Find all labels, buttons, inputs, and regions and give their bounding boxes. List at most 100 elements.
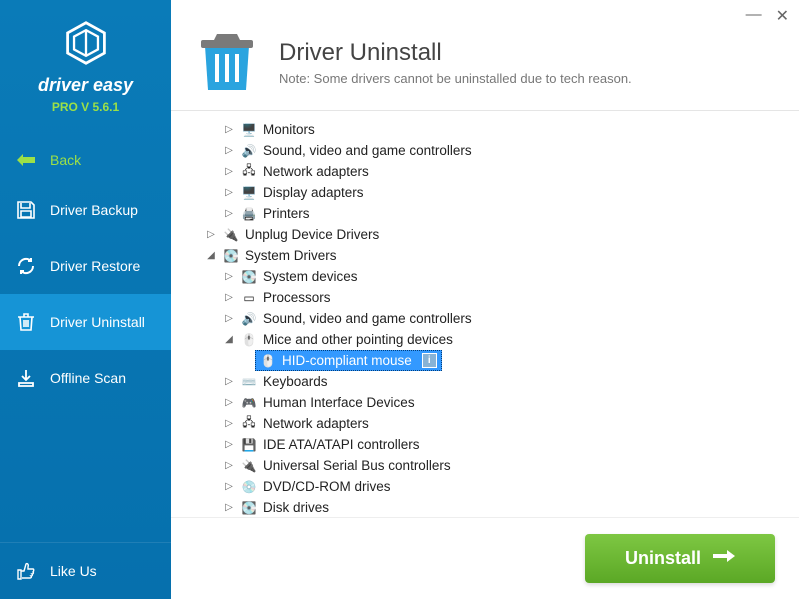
likeus-label: Like Us [50, 563, 97, 579]
device-icon: 🖱️ [260, 353, 276, 369]
arrow-left-icon [16, 150, 36, 170]
refresh-icon [16, 256, 36, 276]
close-button[interactable]: ✕ [776, 6, 789, 26]
sidebar-item-offline[interactable]: Offline Scan [0, 350, 171, 406]
tree-node[interactable]: ▷ 💽 System devices [171, 266, 799, 287]
page-note: Note: Some drivers cannot be uninstalled… [279, 71, 632, 86]
uninstall-button[interactable]: Uninstall [585, 534, 775, 583]
tree-node[interactable]: ▷ 🎮 Human Interface Devices [171, 392, 799, 413]
nav-label: Driver Backup [50, 202, 138, 218]
device-icon: 🖧 [241, 416, 257, 432]
expander-icon[interactable]: ▷ [223, 397, 235, 408]
device-icon: ▭ [241, 290, 257, 306]
device-icon: 🖥️ [241, 122, 257, 138]
download-icon [16, 368, 36, 388]
info-icon[interactable]: i [422, 353, 437, 368]
tree-node[interactable]: ▷ 🔊 Sound, video and game controllers [171, 140, 799, 161]
expander-icon[interactable]: ▷ [223, 292, 235, 303]
tree-node-label: Monitors [263, 122, 315, 137]
tree-node-label: Sound, video and game controllers [263, 143, 472, 158]
app-name: driver easy [10, 75, 161, 96]
expander-icon[interactable]: ▷ [223, 166, 235, 177]
nav-label: Offline Scan [50, 370, 126, 386]
tree-node[interactable]: ◢🖱️Mice and other pointing devices [171, 329, 799, 350]
tree-node[interactable]: ▷ 💾 IDE ATA/ATAPI controllers [171, 434, 799, 455]
footer-nav: Like Us [0, 542, 171, 599]
tree-node[interactable]: ▷💽Disk drives [171, 497, 799, 517]
expander-icon[interactable]: ▷ [223, 460, 235, 471]
device-icon: 🔌 [223, 227, 239, 243]
sidebar: driver easy PRO V 5.6.1 Back Driver Back… [0, 0, 171, 599]
nav: Back Driver Backup Driver Restore Driver… [0, 138, 171, 542]
expander-icon[interactable]: ▷ [223, 376, 235, 387]
expander-icon[interactable]: ▷ [223, 439, 235, 450]
device-icon: 💾 [241, 437, 257, 453]
expander-icon[interactable]: ▷ [223, 418, 235, 429]
tree-node-label: DVD/CD-ROM drives [263, 479, 391, 494]
sidebar-item-uninstall[interactable]: Driver Uninstall [0, 294, 171, 350]
minimize-button[interactable]: — [746, 6, 762, 26]
tree-node[interactable]: ▷ 🖨️ Printers [171, 203, 799, 224]
tree-node-label: Keyboards [263, 374, 328, 389]
logo-area: driver easy PRO V 5.6.1 [0, 0, 171, 124]
tree-node-label: Human Interface Devices [263, 395, 415, 410]
device-icon: 🎮 [241, 395, 257, 411]
tree-node[interactable]: ▷▭Processors [171, 287, 799, 308]
tree-node-label: Unplug Device Drivers [245, 227, 379, 242]
tree-node-label: Display adapters [263, 185, 364, 200]
device-icon: 💿 [241, 479, 257, 495]
device-icon: 🔊 [241, 311, 257, 327]
expander-icon[interactable]: ▷ [205, 229, 217, 240]
device-icon: 💽 [223, 248, 239, 264]
action-bar: Uninstall [171, 517, 799, 599]
device-icon: 🖱️ [241, 332, 257, 348]
tree-node[interactable]: 🖱️HID-compliant mousei [171, 350, 799, 371]
tree-node[interactable]: ▷ 🖧 Network adapters [171, 413, 799, 434]
sidebar-item-restore[interactable]: Driver Restore [0, 238, 171, 294]
tree-node[interactable]: ▷ 🔌 Unplug Device Drivers [171, 224, 799, 245]
device-icon: 🖨️ [241, 206, 257, 222]
expander-icon[interactable]: ▷ [223, 313, 235, 324]
expander-icon[interactable]: ▷ [223, 187, 235, 198]
device-icon: 💽 [241, 500, 257, 516]
tree-node-label: Printers [263, 206, 310, 221]
expander-icon[interactable]: ◢ [223, 334, 235, 345]
expander-icon[interactable]: ◢ [205, 250, 217, 261]
main-content: — ✕ Driver Uninstall Note: Some drivers … [171, 0, 799, 599]
expander-icon[interactable]: ▷ [223, 124, 235, 135]
tree-node[interactable]: ▷🖧Network adapters [171, 161, 799, 182]
device-tree[interactable]: ▷ 🖥️ Monitors ▷ 🔊 Sound, video and game contr… [171, 111, 799, 517]
sidebar-item-backup[interactable]: Driver Backup [0, 182, 171, 238]
tree-node-label: Network adapters [263, 416, 369, 431]
tree-node[interactable]: ▷ ⌨️ Keyboards [171, 371, 799, 392]
like-us-button[interactable]: Like Us [0, 543, 171, 599]
tree-node[interactable]: ▷ 🔊 Sound, video and game controllers [171, 308, 799, 329]
device-icon: 🔊 [241, 143, 257, 159]
device-icon: 🔌 [241, 458, 257, 474]
tree-node[interactable]: ▷ 🖥️ Monitors [171, 119, 799, 140]
tree-node[interactable]: ▷🔌Universal Serial Bus controllers [171, 455, 799, 476]
back-button[interactable]: Back [0, 138, 171, 182]
expander-icon[interactable]: ▷ [223, 145, 235, 156]
tree-node-label: System devices [263, 269, 358, 284]
thumbs-up-icon [16, 561, 36, 581]
expander-icon[interactable]: ▷ [223, 271, 235, 282]
tree-node-label: Network adapters [263, 164, 369, 179]
tree-node[interactable]: ▷ 💿 DVD/CD-ROM drives [171, 476, 799, 497]
trash-large-icon [197, 32, 257, 92]
tree-node[interactable]: ▷ 🖥️ Display adapters [171, 182, 799, 203]
titlebar: — ✕ [171, 0, 799, 26]
expander-icon[interactable]: ▷ [223, 481, 235, 492]
tree-node-label: IDE ATA/ATAPI controllers [263, 437, 420, 452]
tree-node-label: System Drivers [245, 248, 337, 263]
uninstall-label: Uninstall [625, 548, 701, 569]
expander-icon[interactable]: ▷ [223, 502, 235, 513]
device-icon: 💽 [241, 269, 257, 285]
expander-icon[interactable]: ▷ [223, 208, 235, 219]
tree-node-label: Sound, video and game controllers [263, 311, 472, 326]
back-label: Back [50, 152, 81, 168]
device-icon: 🖥️ [241, 185, 257, 201]
device-icon: ⌨️ [241, 374, 257, 390]
nav-label: Driver Uninstall [50, 314, 145, 330]
tree-node[interactable]: ◢ 💽 System Drivers [171, 245, 799, 266]
